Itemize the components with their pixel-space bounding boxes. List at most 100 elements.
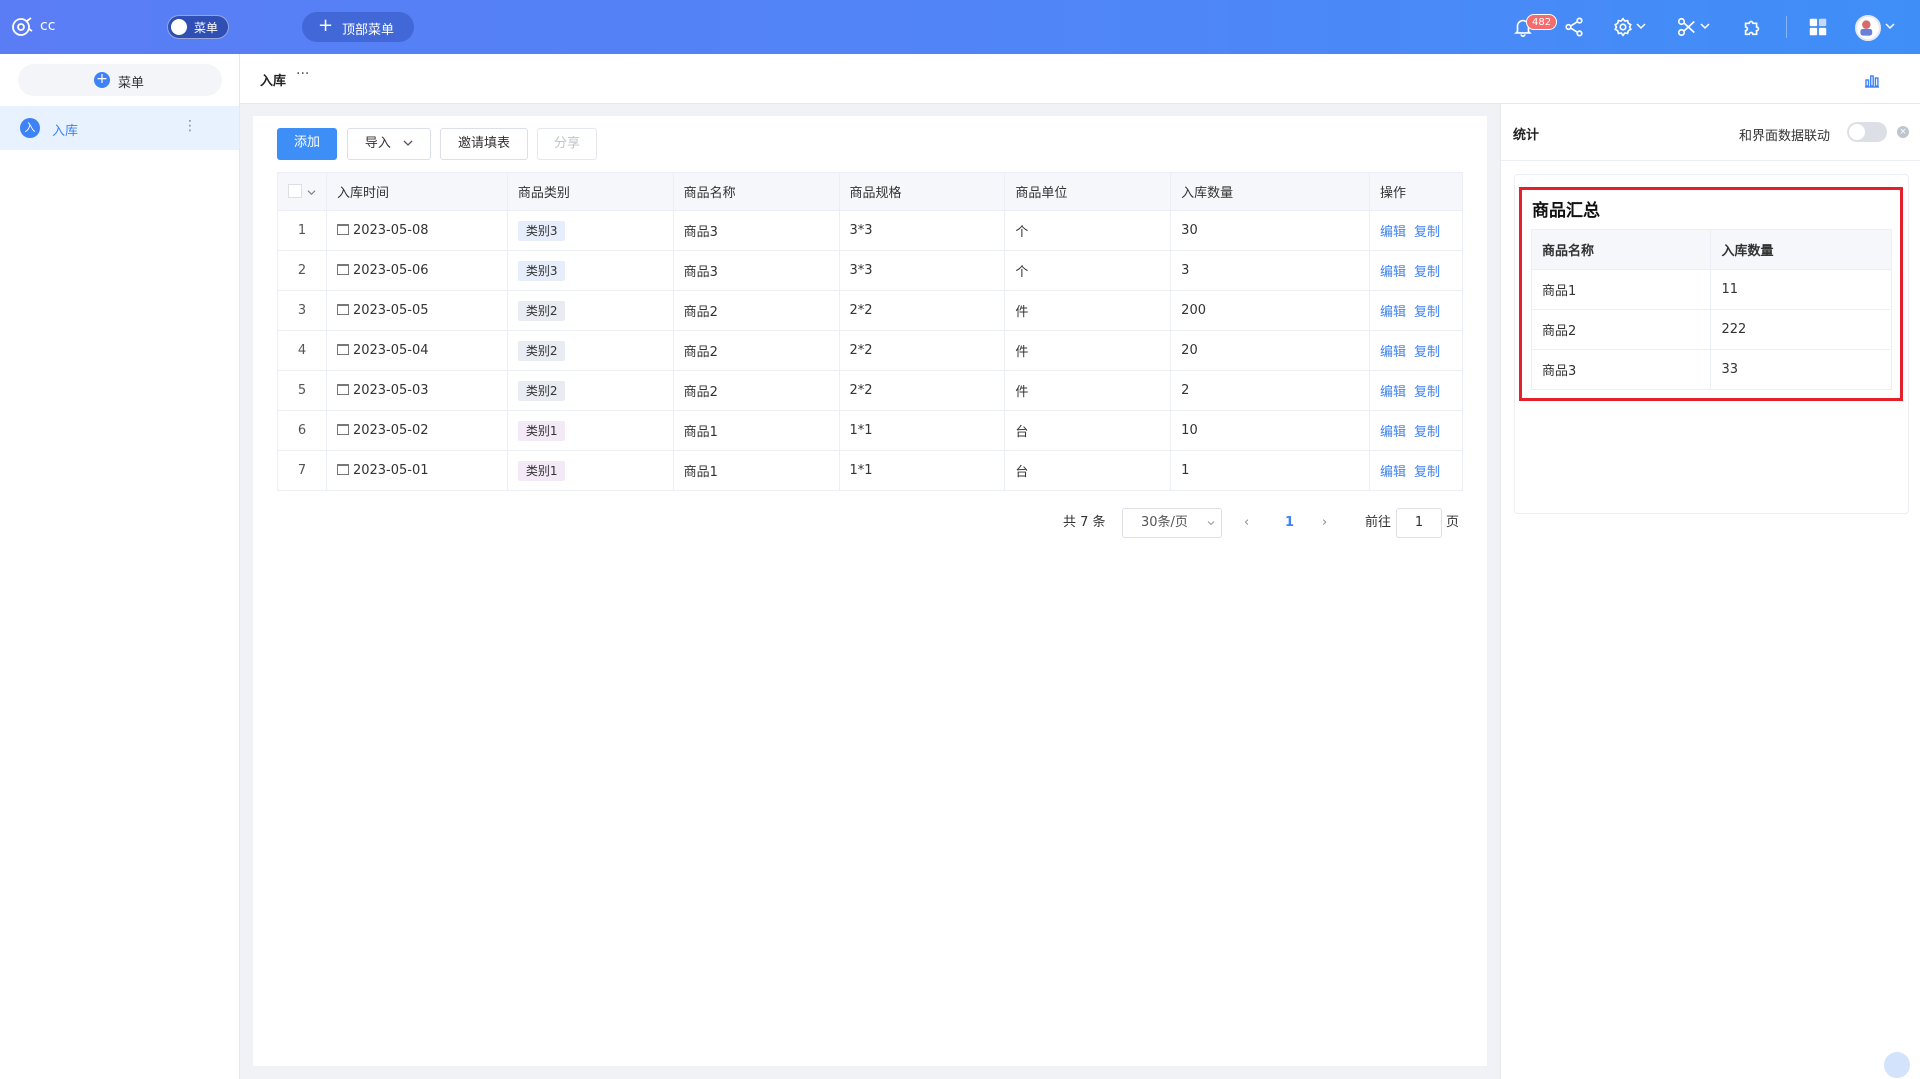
column-header[interactable]: 入库数量	[1170, 172, 1370, 211]
edit-link[interactable]: 编辑	[1380, 345, 1406, 360]
table-row[interactable]: 4 2023-05-04 类别2 商品2 2*2 件 20 编辑 复制	[277, 330, 1464, 371]
table-cell-qty[interactable]: 3	[1170, 250, 1370, 291]
more-vertical-icon[interactable]: ⋮	[183, 118, 197, 134]
table-row[interactable]: 3 2023-05-05 类别2 商品2 2*2 件 200 编辑 复制	[277, 290, 1464, 331]
table-cell-qty[interactable]: 2	[1170, 370, 1370, 411]
import-dropdown[interactable]: 导入	[347, 128, 431, 160]
puzzle-icon[interactable]	[1741, 16, 1763, 38]
table-cell-spec[interactable]: 2*2	[838, 330, 1006, 371]
column-header[interactable]: 商品名称	[672, 172, 840, 211]
table-cell-category[interactable]: 类别2	[506, 330, 674, 371]
table-row[interactable]: 1 2023-05-08 类别3 商品3 3*3 个 30 编辑 复制	[277, 210, 1464, 251]
table-cell-date[interactable]: 2023-05-02	[325, 410, 508, 451]
table-cell-date[interactable]: 2023-05-08	[325, 210, 508, 251]
table-cell-category[interactable]: 类别3	[506, 250, 674, 291]
floating-help-button[interactable]	[1884, 1052, 1910, 1078]
table-row[interactable]: 2 2023-05-06 类别3 商品3 3*3 个 3 编辑 复制	[277, 250, 1464, 291]
prev-page-icon[interactable]: ‹	[1244, 508, 1249, 538]
table-cell-unit[interactable]: 台	[1004, 450, 1172, 491]
edit-link[interactable]: 编辑	[1380, 425, 1406, 440]
copy-link[interactable]: 复制	[1414, 305, 1440, 320]
invite-fill-button[interactable]: 邀请填表	[440, 128, 528, 160]
close-icon[interactable]: ×	[1897, 126, 1909, 138]
table-cell-category[interactable]: 类别2	[506, 290, 674, 331]
table-cell-category[interactable]: 类别1	[506, 410, 674, 451]
edit-link[interactable]: 编辑	[1380, 265, 1406, 280]
table-cell-name[interactable]: 商品3	[672, 250, 840, 291]
table-cell-name[interactable]: 商品2	[672, 290, 840, 331]
chevron-down-icon[interactable]	[1700, 22, 1710, 30]
table-row[interactable]: 7 2023-05-01 类别1 商品1 1*1 台 1 编辑 复制	[277, 450, 1464, 491]
table-cell-spec[interactable]: 1*1	[838, 450, 1006, 491]
add-button[interactable]: 添加	[277, 128, 337, 160]
table-cell-date[interactable]: 2023-05-01	[325, 450, 508, 491]
table-cell-unit[interactable]: 个	[1004, 250, 1172, 291]
table-cell-spec[interactable]: 3*3	[838, 210, 1006, 251]
table-cell-spec[interactable]: 1*1	[838, 410, 1006, 451]
edit-link[interactable]: 编辑	[1380, 225, 1406, 240]
share-icon[interactable]	[1563, 16, 1585, 38]
menu-toggle[interactable]: 菜单	[167, 15, 229, 39]
tools-icon[interactable]	[1676, 16, 1698, 38]
copy-link[interactable]: 复制	[1414, 225, 1440, 240]
chevron-down-icon[interactable]	[307, 189, 316, 196]
link-data-switch[interactable]	[1847, 122, 1887, 142]
table-cell-spec[interactable]: 3*3	[838, 250, 1006, 291]
table-cell-name[interactable]: 商品3	[672, 210, 840, 251]
column-header[interactable]: 商品类别	[506, 172, 674, 211]
copy-link[interactable]: 复制	[1414, 465, 1440, 480]
table-cell-unit[interactable]: 件	[1004, 370, 1172, 411]
sidebar-item-inbound[interactable]: 入 入库 ⋮	[0, 106, 239, 150]
more-icon[interactable]: ···	[296, 66, 309, 82]
column-header[interactable]: 商品单位	[1004, 172, 1172, 211]
table-cell-category[interactable]: 类别3	[506, 210, 674, 251]
table-cell-qty[interactable]: 200	[1170, 290, 1370, 331]
app-name[interactable]: cc	[40, 18, 55, 34]
goto-page-input[interactable]: 1	[1396, 508, 1442, 538]
table-row[interactable]: 6 2023-05-02 类别1 商品1 1*1 台 10 编辑 复制	[277, 410, 1464, 451]
column-header[interactable]: 商品规格	[838, 172, 1006, 211]
edit-link[interactable]: 编辑	[1380, 305, 1406, 320]
table-cell-unit[interactable]: 件	[1004, 330, 1172, 371]
table-cell-unit[interactable]: 台	[1004, 410, 1172, 451]
table-cell-qty[interactable]: 1	[1170, 450, 1370, 491]
apps-icon[interactable]	[1807, 16, 1829, 38]
page-size-select[interactable]: 30条/页	[1122, 508, 1222, 538]
share-button[interactable]: 分享	[537, 128, 597, 160]
table-cell-date[interactable]: 2023-05-03	[325, 370, 508, 411]
logo-icon[interactable]	[10, 15, 34, 39]
table-cell-category[interactable]: 类别2	[506, 370, 674, 411]
table-cell-date[interactable]: 2023-05-04	[325, 330, 508, 371]
select-all-cell[interactable]	[277, 172, 327, 211]
table-cell-spec[interactable]: 2*2	[838, 290, 1006, 331]
table-cell-name[interactable]: 商品1	[672, 450, 840, 491]
edit-link[interactable]: 编辑	[1380, 385, 1406, 400]
copy-link[interactable]: 复制	[1414, 345, 1440, 360]
table-cell-spec[interactable]: 2*2	[838, 370, 1006, 411]
copy-link[interactable]: 复制	[1414, 265, 1440, 280]
table-cell-unit[interactable]: 个	[1004, 210, 1172, 251]
table-cell-unit[interactable]: 件	[1004, 290, 1172, 331]
table-cell-name[interactable]: 商品2	[672, 330, 840, 371]
table-cell-qty[interactable]: 30	[1170, 210, 1370, 251]
current-page[interactable]: 1	[1285, 508, 1294, 538]
table-cell-qty[interactable]: 20	[1170, 330, 1370, 371]
top-menu-button[interactable]: + 顶部菜单	[302, 12, 414, 42]
copy-link[interactable]: 复制	[1414, 425, 1440, 440]
table-cell-qty[interactable]: 10	[1170, 410, 1370, 451]
sidebar-menu-button[interactable]: + 菜单	[18, 64, 222, 96]
table-cell-date[interactable]: 2023-05-05	[325, 290, 508, 331]
select-all-checkbox[interactable]	[288, 183, 303, 198]
copy-link[interactable]: 复制	[1414, 385, 1440, 400]
next-page-icon[interactable]: ›	[1322, 508, 1327, 538]
gear-icon[interactable]	[1612, 16, 1634, 38]
table-row[interactable]: 5 2023-05-03 类别2 商品2 2*2 件 2 编辑 复制	[277, 370, 1464, 411]
chevron-down-icon[interactable]	[1636, 22, 1646, 30]
column-header[interactable]: 入库时间	[325, 172, 508, 211]
edit-link[interactable]: 编辑	[1380, 465, 1406, 480]
chart-icon[interactable]	[1864, 72, 1880, 88]
table-cell-name[interactable]: 商品2	[672, 370, 840, 411]
table-cell-name[interactable]: 商品1	[672, 410, 840, 451]
table-cell-category[interactable]: 类别1	[506, 450, 674, 491]
avatar[interactable]	[1855, 15, 1881, 41]
